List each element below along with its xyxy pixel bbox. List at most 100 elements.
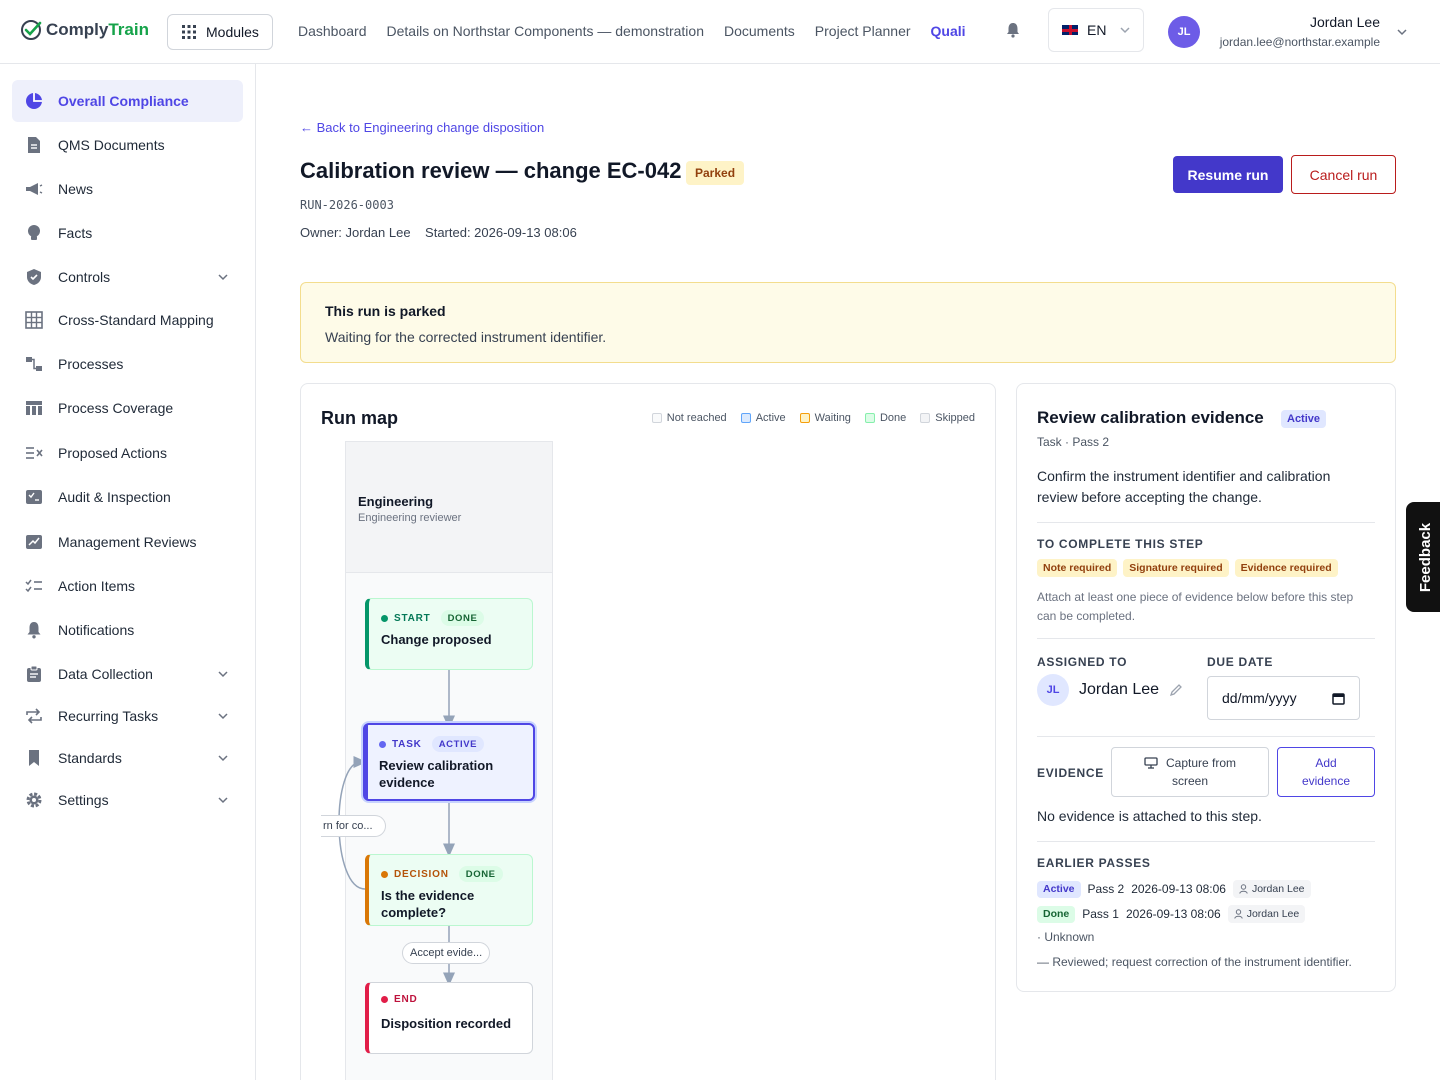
- nav-item-1[interactable]: Details on Northstar Components — demons…: [387, 23, 704, 39]
- calendar-icon[interactable]: [1332, 692, 1345, 705]
- sidebar-item-qms-documents[interactable]: QMS Documents: [12, 124, 243, 166]
- run-started: Started: 2026-09-13 08:06: [425, 225, 577, 240]
- resume-run-button[interactable]: Resume run: [1173, 156, 1283, 193]
- sidebar-item-facts[interactable]: Facts: [12, 212, 243, 254]
- complete-step-label: TO COMPLETE THIS STEP: [1037, 537, 1204, 551]
- chevron-down-icon[interactable]: [217, 270, 229, 286]
- pie-chart-icon: [24, 91, 44, 111]
- legend-swatch: [799, 413, 810, 423]
- edge-label-accept[interactable]: Accept evide...: [402, 942, 491, 964]
- repeat-icon: [24, 706, 44, 726]
- sidebar-item-label: Data Collection: [58, 666, 153, 682]
- sidebar-item-proposed-actions[interactable]: Proposed Actions: [12, 432, 243, 474]
- chevron-down-icon[interactable]: [217, 751, 229, 767]
- sidebar-item-management-reviews[interactable]: Management Reviews: [12, 521, 243, 563]
- sidebar-item-processes[interactable]: Processes: [12, 343, 243, 385]
- nav-item-3[interactable]: Project Planner: [815, 23, 911, 39]
- sidebar-item-news[interactable]: News: [12, 168, 243, 210]
- run-map-panel: Run map Not reached Active Waiting Done Skip…: [300, 383, 996, 1080]
- cancel-run-button[interactable]: Cancel run: [1291, 155, 1396, 194]
- pass-user: Jordan Lee: [1251, 883, 1305, 895]
- legend-swatch: [920, 413, 931, 423]
- pass-row[interactable]: Done Pass 1 2026-09-13 08:06 Jordan Lee: [1037, 905, 1306, 923]
- step-detail-panel: Review calibration evidence Active Task …: [1016, 383, 1396, 992]
- chevron-down-icon[interactable]: [217, 667, 229, 683]
- sidebar-item-label: QMS Documents: [58, 137, 165, 153]
- app-logo[interactable]: Comply Train: [20, 18, 149, 42]
- run-owner: Owner: Jordan Lee: [300, 225, 411, 240]
- chevron-down-icon[interactable]: [217, 709, 229, 725]
- sidebar-item-label: Overall Compliance: [58, 93, 189, 109]
- assignee-avatar: JL: [1037, 674, 1069, 706]
- sidebar-item-action-items[interactable]: Action Items: [12, 565, 243, 607]
- sidebar-item-audit-inspection[interactable]: Audit & Inspection: [12, 476, 243, 518]
- pencil-icon[interactable]: [1169, 683, 1183, 697]
- add-evidence-button[interactable]: Add evidence: [1277, 747, 1375, 797]
- pass-row[interactable]: Active Pass 2 2026-09-13 08:06 Jordan Lee: [1037, 880, 1311, 898]
- bell-icon[interactable]: [1004, 21, 1022, 39]
- sidebar-item-cross-standard-mapping[interactable]: Cross-Standard Mapping: [12, 299, 243, 341]
- no-evidence-text: No evidence is attached to this step.: [1037, 808, 1262, 824]
- capture-row: Capture from: [1112, 754, 1268, 772]
- list-x-icon: [24, 443, 44, 463]
- node-end[interactable]: END Disposition recorded: [365, 982, 533, 1054]
- feedback-tab[interactable]: Feedback: [1406, 502, 1440, 612]
- assignee-name: Jordan Lee: [1079, 681, 1160, 698]
- nav-item-2[interactable]: Documents: [724, 23, 795, 39]
- status-badge: Parked: [686, 161, 745, 185]
- gear-icon: [24, 790, 44, 810]
- run-meta: Owner: Jordan Lee Started: 2026-09-13 08…: [300, 225, 577, 240]
- sidebar-item-label: Controls: [58, 269, 111, 285]
- sidebar-item-overall-compliance[interactable]: Overall Compliance: [12, 80, 243, 122]
- sidebar-item-label: Proposed Actions: [58, 445, 167, 461]
- sidebar-item-settings[interactable]: Settings: [12, 779, 243, 821]
- user-menu-chevron-icon[interactable]: [1396, 26, 1408, 38]
- language-selector[interactable]: EN: [1048, 8, 1144, 52]
- node-label: Review calibration evidence: [379, 758, 494, 790]
- sidebar-item-notifications[interactable]: Notifications: [12, 609, 243, 651]
- pass-number: Pass 2: [1087, 882, 1125, 896]
- user-name: Jordan Lee: [1309, 14, 1380, 30]
- sidebar-item-recurring-tasks[interactable]: Recurring Tasks: [12, 695, 243, 737]
- sidebar-item-controls[interactable]: Controls: [12, 256, 243, 298]
- page-title: Calibration review — change EC-042: [300, 158, 682, 183]
- sidebar-item-label: Action Items: [58, 578, 136, 594]
- due-date-placeholder: dd/mm/yyyy: [1222, 690, 1297, 706]
- divider: [1037, 736, 1375, 737]
- sidebar-item-standards[interactable]: Standards: [12, 737, 243, 779]
- capture-label-1: Capture from: [1165, 756, 1237, 770]
- nav-item-4[interactable]: Quali: [931, 23, 966, 39]
- capture-label-2: screen: [1171, 774, 1209, 788]
- node-decision[interactable]: DECISION DONE Is the evidence complete?: [365, 854, 533, 926]
- capture-from-screen-button[interactable]: Capture from screen: [1111, 747, 1269, 797]
- logo-text-1: Comply: [46, 20, 109, 39]
- sidebar-item-data-collection[interactable]: Data Collection: [12, 653, 243, 695]
- modules-button[interactable]: Modules: [167, 14, 273, 50]
- legend-swatch: [864, 413, 875, 423]
- pass-note: — Reviewed; request correction of the in…: [1037, 955, 1352, 969]
- node-kind: END: [381, 994, 418, 1005]
- sidebar: Overall Compliance QMS Documents News Facts…: [0, 64, 256, 1080]
- node-start[interactable]: START DONE Change proposed: [365, 598, 533, 670]
- bell-icon: [24, 620, 44, 640]
- requirement-badges: Note required Signature required Evidence …: [1037, 559, 1338, 577]
- nav-item-0[interactable]: Dashboard: [298, 23, 367, 39]
- edge-label-return[interactable]: rn for co...: [321, 815, 386, 837]
- node-dot: [381, 996, 388, 1003]
- shield-icon: [24, 267, 44, 287]
- node-task-active[interactable]: TASK ACTIVE Review calibration evidence: [363, 723, 535, 801]
- user-avatar[interactable]: JL: [1168, 16, 1200, 48]
- bookmark-icon: [24, 748, 44, 768]
- evidence-label: EVIDENCE: [1037, 766, 1104, 780]
- chevron-down-icon[interactable]: [217, 793, 229, 809]
- node-status-badge: ACTIVE: [431, 736, 485, 752]
- back-link[interactable]: ← Back to Engineering change disposition: [300, 120, 544, 135]
- add-label-1: Add: [1315, 756, 1337, 770]
- earlier-passes-label: EARLIER PASSES: [1037, 856, 1151, 870]
- clipboard-icon: [24, 664, 44, 684]
- pass-time: 2026-09-13 08:06: [1131, 882, 1226, 896]
- sidebar-item-process-coverage[interactable]: Process Coverage: [12, 387, 243, 429]
- due-date-input[interactable]: dd/mm/yyyy: [1207, 676, 1360, 720]
- node-kind-label: TASK: [392, 738, 422, 750]
- pass-status-badge: Done: [1037, 905, 1076, 923]
